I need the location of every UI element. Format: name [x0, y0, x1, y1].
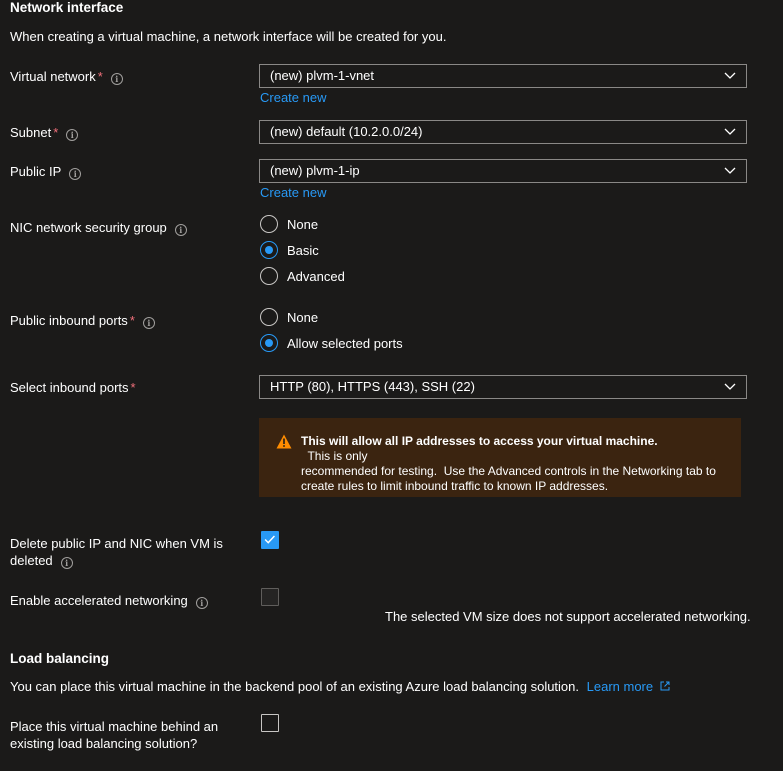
radio-label: None	[287, 216, 319, 232]
accelerated-networking-label: Enable accelerated networking i	[10, 592, 208, 609]
virtual-network-select[interactable]: (new) plvm-1-vnet	[259, 64, 747, 88]
accelerated-networking-note: The selected VM size does not support ac…	[385, 609, 751, 624]
virtual-network-label-text: Virtual network	[10, 69, 96, 84]
select-inbound-ports-select[interactable]: HTTP (80), HTTPS (443), SSH (22)	[259, 375, 747, 399]
required-asterisk: *	[53, 125, 59, 140]
virtual-network-value: (new) plvm-1-vnet	[270, 68, 375, 83]
warning-bold-text: This will allow all IP addresses to acce…	[301, 434, 658, 448]
place-behind-lb-checkbox[interactable]	[261, 714, 279, 732]
nic-nsg-label: NIC network security group i	[10, 219, 187, 236]
place-behind-lb-label: Place this virtual machine behind an exi…	[10, 718, 250, 752]
nic-nsg-option-basic[interactable]: Basic	[260, 240, 319, 260]
place-behind-lb-label-line2: existing load balancing solution?	[10, 736, 198, 751]
place-behind-lb-label-line1: Place this virtual machine behind an	[10, 719, 219, 734]
required-asterisk: *	[97, 69, 103, 84]
network-interface-description: When creating a virtual machine, a netwo…	[10, 29, 447, 44]
subnet-select[interactable]: (new) default (10.2.0.0/24)	[259, 120, 747, 144]
learn-more-text: Learn more	[586, 679, 654, 694]
select-inbound-ports-label-text: Select inbound ports	[10, 380, 129, 395]
delete-public-ip-checkbox[interactable]	[261, 531, 279, 549]
public-inbound-ports-label: Public inbound ports * i	[10, 312, 155, 329]
chevron-down-icon	[724, 167, 736, 174]
network-interface-title: Network interface	[10, 0, 124, 15]
radio-button[interactable]	[260, 308, 278, 326]
warning-line-3: create rules to limit inbound traffic to…	[301, 479, 609, 493]
nic-nsg-option-advanced[interactable]: Advanced	[260, 266, 345, 286]
accelerated-networking-label-text: Enable accelerated networking	[10, 593, 188, 608]
delete-public-ip-label-line2: deleted	[10, 553, 53, 568]
warning-text: This is only	[301, 449, 368, 463]
inbound-ports-option-allow-selected[interactable]: Allow selected ports	[260, 333, 403, 353]
subnet-value: (new) default (10.2.0.0/24)	[270, 124, 423, 139]
radio-label: Allow selected ports	[287, 335, 403, 351]
delete-public-ip-label: Delete public IP and NIC when VM is dele…	[10, 535, 250, 569]
info-icon[interactable]: i	[195, 597, 208, 609]
chevron-down-icon	[724, 383, 736, 390]
checkmark-icon	[264, 535, 275, 544]
radio-button-selected[interactable]	[260, 241, 278, 259]
radio-button[interactable]	[260, 215, 278, 233]
external-link-icon	[660, 681, 670, 691]
radio-label: Basic	[287, 242, 319, 258]
subnet-label: Subnet * i	[10, 124, 79, 141]
public-ip-create-new-link[interactable]: Create new	[260, 185, 326, 200]
public-ip-label-text: Public IP	[10, 164, 62, 179]
load-balancing-description: You can place this virtual machine in th…	[10, 679, 580, 694]
info-icon[interactable]: i	[142, 317, 155, 329]
public-ip-value: (new) plvm-1-ip	[270, 163, 360, 178]
load-balancing-description-row: You can place this virtual machine in th…	[10, 679, 670, 694]
radio-button-selected[interactable]	[260, 334, 278, 352]
load-balancing-title: Load balancing	[10, 651, 110, 666]
warning-line-2: recommended for testing. Use the Advance…	[301, 464, 716, 478]
chevron-down-icon	[724, 128, 736, 135]
info-icon[interactable]: i	[110, 73, 123, 85]
delete-public-ip-label-line2-wrap: deleted i	[10, 552, 250, 569]
nic-nsg-option-none[interactable]: None	[260, 214, 318, 234]
select-inbound-ports-label: Select inbound ports *	[10, 379, 136, 396]
radio-label: Advanced	[287, 268, 345, 284]
info-icon[interactable]: i	[174, 224, 187, 236]
warning-icon	[276, 434, 292, 449]
required-asterisk: *	[130, 380, 136, 395]
accelerated-networking-checkbox[interactable]	[261, 588, 279, 606]
chevron-down-icon	[724, 72, 736, 79]
public-inbound-ports-label-text: Public inbound ports	[10, 313, 128, 328]
public-ip-label: Public IP i	[10, 163, 82, 180]
virtual-network-label: Virtual network * i	[10, 68, 123, 85]
learn-more-link[interactable]: Learn more	[587, 679, 670, 694]
warning-line-1: This will allow all IP addresses to acce…	[301, 434, 723, 464]
public-ip-select[interactable]: (new) plvm-1-ip	[259, 159, 747, 183]
select-inbound-ports-value: HTTP (80), HTTPS (443), SSH (22)	[270, 379, 475, 394]
radio-label: None	[287, 309, 319, 325]
warning-message-bar: This will allow all IP addresses to acce…	[259, 418, 741, 497]
required-asterisk: *	[129, 313, 135, 328]
virtual-network-create-new-link[interactable]: Create new	[260, 90, 326, 105]
radio-button[interactable]	[260, 267, 278, 285]
inbound-ports-option-none[interactable]: None	[260, 307, 318, 327]
info-icon[interactable]: i	[60, 557, 73, 569]
info-icon[interactable]: i	[66, 129, 79, 141]
subnet-label-text: Subnet	[10, 125, 52, 140]
delete-public-ip-label-line1: Delete public IP and NIC when VM is	[10, 536, 223, 551]
nic-nsg-label-text: NIC network security group	[10, 220, 167, 235]
info-icon[interactable]: i	[69, 168, 82, 180]
